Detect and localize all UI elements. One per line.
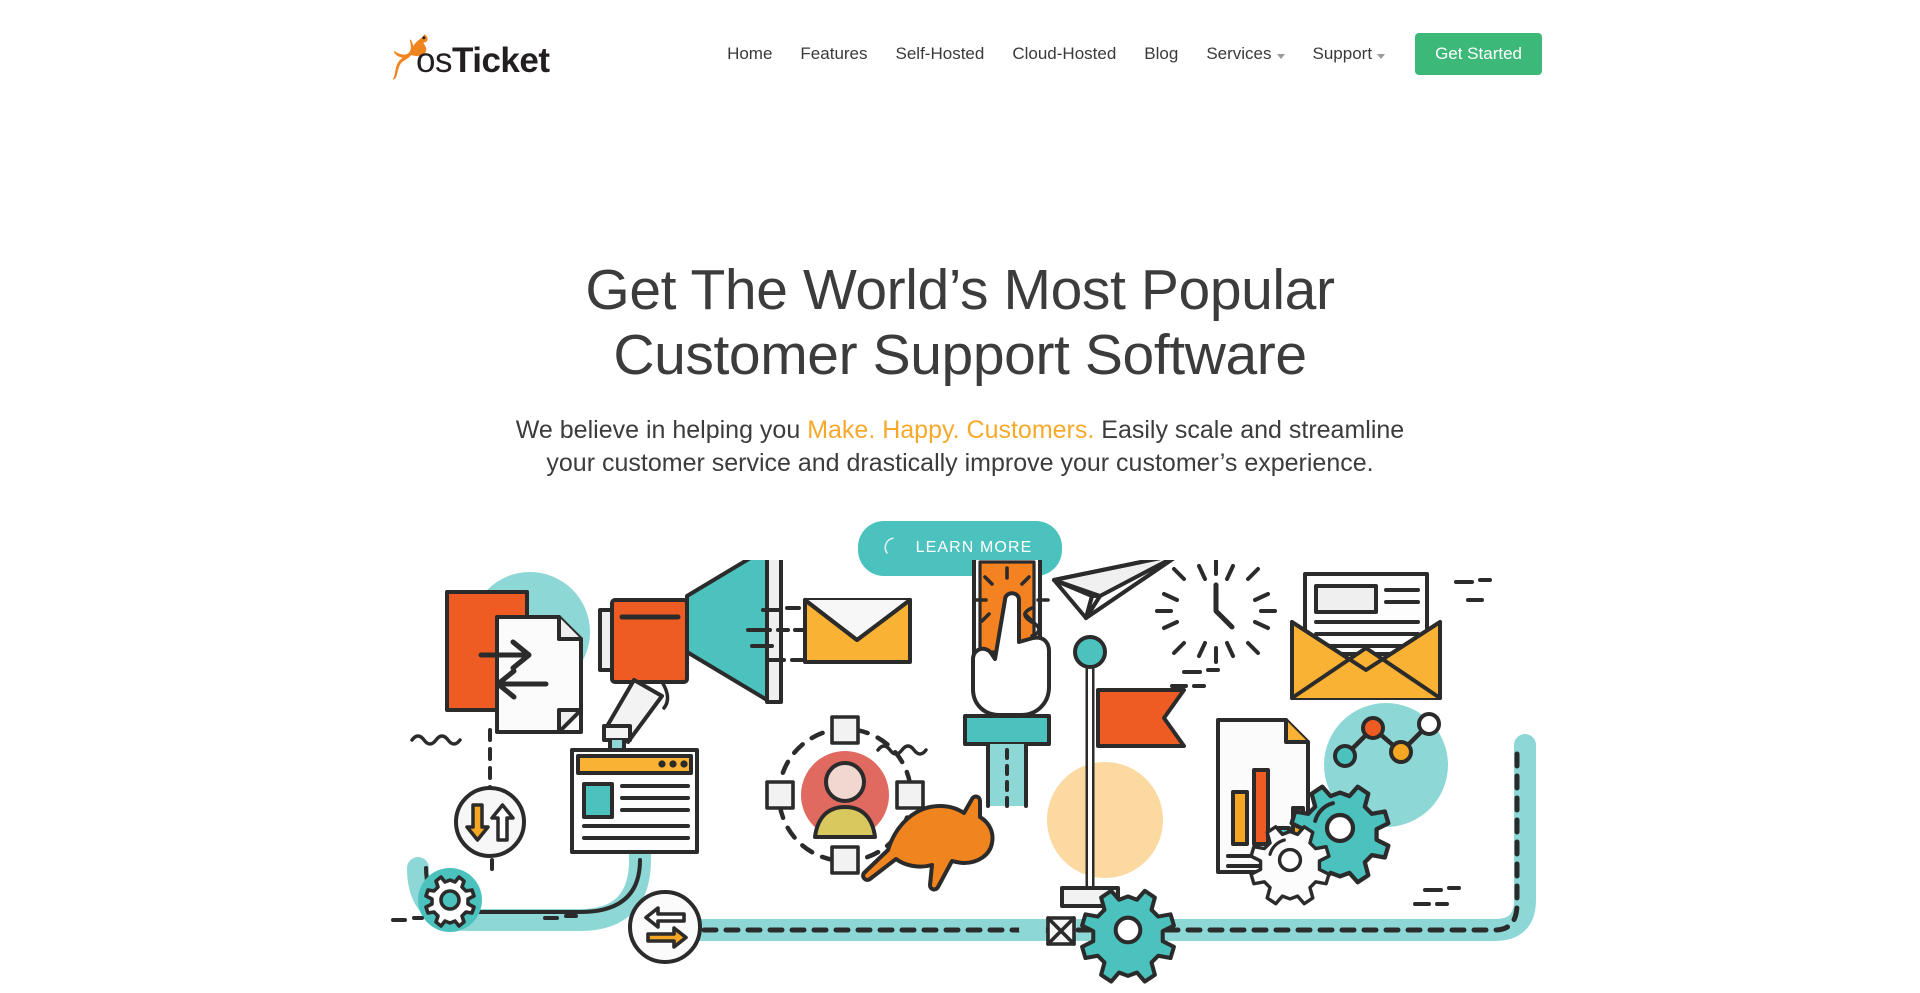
dash-marks xyxy=(1170,668,1220,688)
nav-label: Blog xyxy=(1144,44,1179,63)
gear-circle-icon xyxy=(418,868,482,932)
nav-item-cloud-hosted[interactable]: Cloud-Hosted xyxy=(998,44,1130,64)
page-title: Get The World’s Most Popular Customer Su… xyxy=(0,108,1920,388)
site-header: osTicket Home Features Self-Hosted Cloud… xyxy=(0,0,1920,108)
hero-title-line1: Get The World’s Most Popular xyxy=(585,258,1335,322)
main-navigation: Home Features Self-Hosted Cloud-Hosted B… xyxy=(713,0,1542,108)
get-started-button[interactable]: Get Started xyxy=(1415,33,1542,75)
logo-text-light: os xyxy=(416,41,452,80)
nav-label: Services xyxy=(1206,44,1272,63)
hero-title-line2: Customer Support Software xyxy=(613,322,1307,387)
logo-text-bold: Ticket xyxy=(451,41,550,80)
nav-item-support[interactable]: Support xyxy=(1299,44,1400,64)
tan-circle xyxy=(1047,762,1163,878)
nav-label: Self-Hosted xyxy=(895,44,985,63)
arc-spinner-icon xyxy=(884,536,904,561)
hand-tap-phone-icon xyxy=(963,560,1051,808)
hero-sub-line2: your customer service and drastically im… xyxy=(546,449,1374,478)
nav-label: Support xyxy=(1312,44,1373,63)
nav-item-services[interactable]: Services xyxy=(1192,44,1298,64)
nav-label: Cloud-Hosted xyxy=(1012,44,1117,63)
nav-item-features[interactable]: Features xyxy=(786,44,881,64)
logo[interactable]: osTicket xyxy=(378,24,558,84)
hero-sub-highlight: Make. Happy. Customers. xyxy=(807,415,1095,444)
swap-arrows-circle-icon xyxy=(628,890,702,964)
sync-arrows-circle-icon xyxy=(454,786,526,858)
x-box-icon xyxy=(1046,916,1076,946)
nav-item-blog[interactable]: Blog xyxy=(1130,44,1192,64)
chevron-down-icon xyxy=(1377,53,1386,59)
nav-item-home[interactable]: Home xyxy=(713,44,786,64)
dash-marks xyxy=(1413,886,1461,906)
open-envelope-letter-icon xyxy=(1290,572,1442,700)
hero-subtitle: We believe in helping you Make. Happy. C… xyxy=(500,414,1420,481)
clock-icon xyxy=(1155,560,1277,664)
dash-marks xyxy=(1454,578,1492,602)
hero-sub-before: We believe in helping you xyxy=(515,415,808,444)
browser-window-icon xyxy=(570,748,699,854)
envelope-icon xyxy=(803,598,912,664)
page-root: osTicket Home Features Self-Hosted Cloud… xyxy=(0,0,1920,993)
hero-sub-after: Easily scale and streamline xyxy=(1094,415,1405,444)
nav-label: Home xyxy=(727,44,773,63)
customer-support-hero-illustration xyxy=(0,560,1920,993)
nav-label: Features xyxy=(800,44,868,63)
chevron-down-icon xyxy=(1276,53,1285,59)
squiggle xyxy=(410,734,462,746)
learn-more-label: LEARN MORE xyxy=(915,539,1033,557)
nav-item-self-hosted[interactable]: Self-Hosted xyxy=(882,44,999,64)
squiggle xyxy=(876,744,928,756)
hero-section: Get The World’s Most Popular Customer Su… xyxy=(0,108,1920,576)
logo-text: osTicket xyxy=(416,43,550,78)
